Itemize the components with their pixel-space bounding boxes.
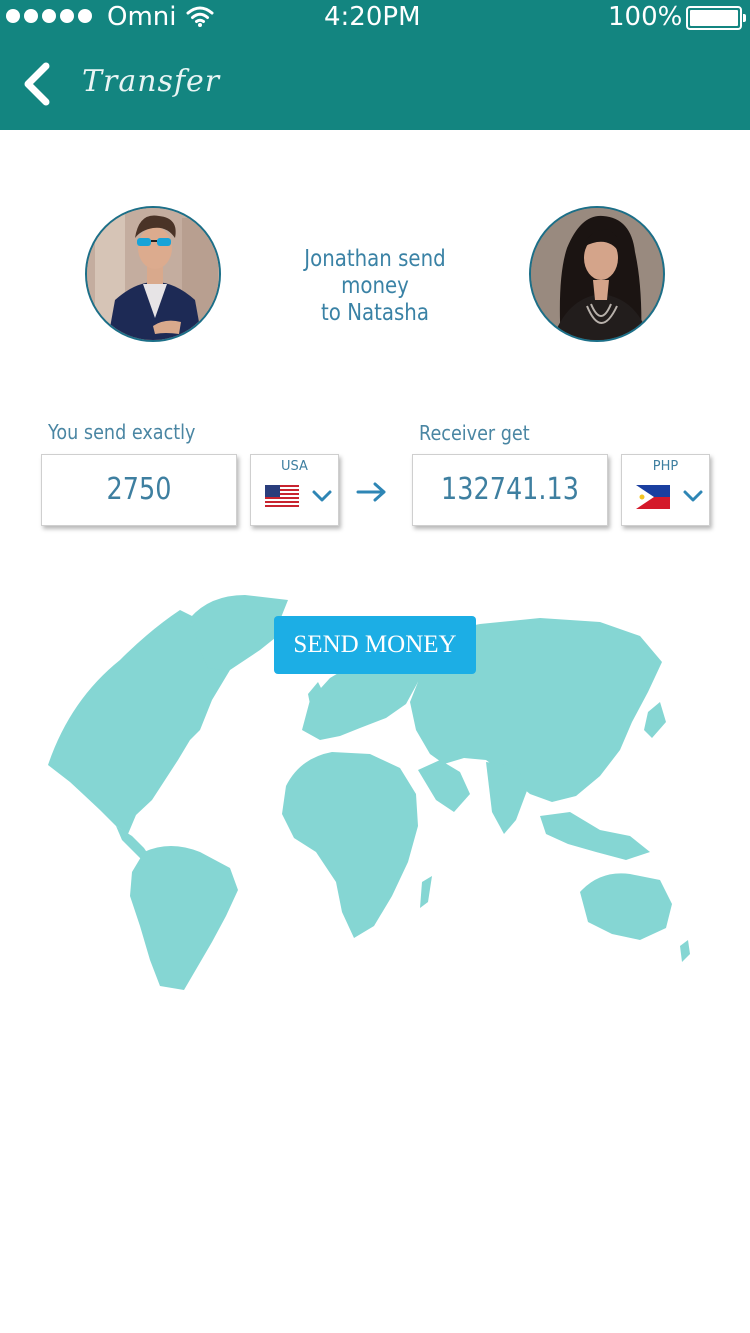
southeast-asia-shape xyxy=(540,812,650,860)
receive-amount-field[interactable]: 132741.13 xyxy=(412,454,608,526)
receive-amount-value: 132741.13 xyxy=(441,472,579,507)
africa-shape xyxy=(282,752,418,938)
send-amount-value: 2750 xyxy=(106,472,172,507)
send-currency-code: USA xyxy=(281,459,308,474)
chevron-down-icon xyxy=(312,490,332,502)
arrow-right-icon xyxy=(356,482,386,502)
ph-flag-icon xyxy=(636,485,670,509)
receive-label: Receiver get xyxy=(419,421,530,445)
chevron-down-icon xyxy=(683,490,703,502)
arabia-shape xyxy=(418,760,470,812)
sender-photo xyxy=(87,208,219,340)
receiver-avatar xyxy=(529,206,665,342)
send-label: You send exactly xyxy=(48,420,196,444)
caption-line-1: Jonathan send money xyxy=(304,246,446,299)
page-title: Transfer xyxy=(82,64,221,99)
japan-shape xyxy=(644,702,666,738)
madagascar-shape xyxy=(420,876,432,908)
australia-shape xyxy=(580,873,672,940)
send-amount-field[interactable]: 2750 xyxy=(41,454,237,526)
south-america-shape xyxy=(130,846,238,990)
battery-percentage: 100% xyxy=(608,2,683,32)
send-currency-select[interactable]: USA xyxy=(250,454,339,526)
transfer-caption: Jonathan send money to Natasha xyxy=(268,246,483,327)
status-bar: Omni 4:20PM 100% xyxy=(0,0,750,36)
sender-avatar xyxy=(85,206,221,342)
chevron-left-icon xyxy=(24,62,50,106)
battery-icon xyxy=(686,6,746,30)
wifi-icon xyxy=(186,6,214,27)
receive-currency-select[interactable]: PHP xyxy=(621,454,710,526)
app-header: Omni 4:20PM 100% Transfer xyxy=(0,0,750,130)
signal-strength-icon xyxy=(6,9,92,23)
caption-line-2: to Natasha xyxy=(321,300,429,326)
status-time: 4:20PM xyxy=(324,2,421,32)
us-flag-icon xyxy=(265,485,299,509)
new-zealand-shape xyxy=(680,940,690,962)
send-money-button[interactable]: SEND MONEY xyxy=(274,616,476,674)
carrier-name: Omni xyxy=(107,2,177,32)
receive-currency-code: PHP xyxy=(652,459,679,474)
receiver-photo xyxy=(531,208,663,340)
back-button[interactable] xyxy=(16,58,60,110)
